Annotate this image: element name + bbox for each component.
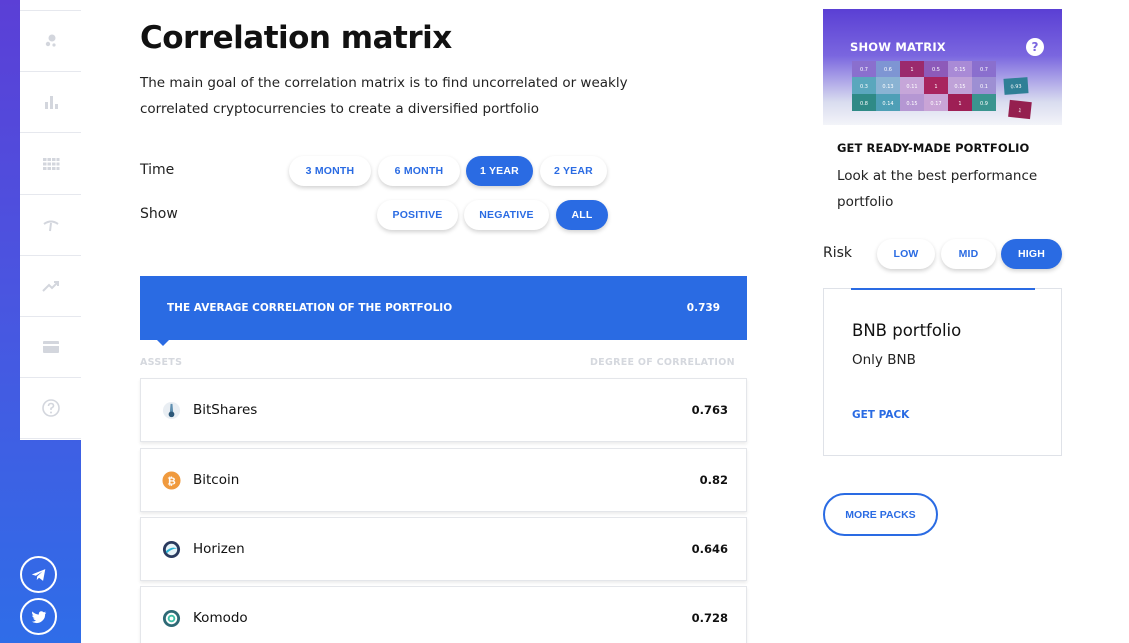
matrix-illustration: 0.7 0.6 1 0.5 0.15 0.7 0.3 0.13 0.11 1 0… (852, 61, 1032, 120)
horizen-icon (162, 540, 181, 559)
ready-portfolio-title: GET READY-MADE PORTFOLIO (837, 141, 1030, 155)
icon-rail (20, 0, 81, 440)
table-row[interactable]: Komodo 0.728 (140, 586, 747, 643)
bar-chart-icon (44, 96, 58, 109)
more-packs-button[interactable]: MORE PACKS (823, 493, 938, 536)
rail-item-top[interactable] (20, 0, 81, 11)
rail-item-trend[interactable] (20, 256, 81, 317)
matrix-cell: 0.15 (954, 67, 965, 73)
matrix-cell: 0.17 (930, 101, 941, 107)
rail-item-bubbles[interactable] (20, 11, 81, 72)
telegram-button[interactable] (20, 556, 57, 593)
risk-option-low[interactable]: LOW (877, 239, 935, 269)
pack-subtitle: Only BNB (852, 352, 916, 368)
matrix-cell: 0.8 (860, 101, 868, 107)
time-option-2-year[interactable]: 2 YEAR (540, 156, 607, 186)
get-pack-link[interactable]: GET PACK (852, 409, 909, 421)
bar-pointer (157, 340, 169, 346)
twitter-button[interactable] (20, 598, 57, 635)
pack-card-accent (851, 288, 1035, 290)
asset-name: BitShares (193, 402, 258, 418)
asset-name: Bitcoin (193, 472, 240, 488)
rail-item-card[interactable] (20, 317, 81, 378)
assets-column-header: ASSETS (140, 357, 183, 368)
average-correlation-value: 0.739 (686, 302, 720, 314)
show-option-all[interactable]: ALL (556, 200, 608, 230)
time-option-6-month[interactable]: 6 MONTH (378, 156, 460, 186)
table-row[interactable]: Horizen 0.646 (140, 517, 747, 581)
matrix-cell: 0.15 (906, 101, 917, 107)
time-label: Time (140, 162, 175, 178)
bubbles-icon (45, 34, 56, 47)
risk-label: Risk (823, 245, 853, 261)
matrix-cell: 1 (1018, 108, 1022, 114)
matrix-cell: 0.13 (882, 84, 893, 90)
help-icon[interactable]: ? (1026, 38, 1044, 56)
average-correlation-bar: THE AVERAGE CORRELATION OF THE PORTFOLIO… (140, 276, 747, 346)
table-row[interactable]: ₿ Bitcoin 0.82 (140, 448, 747, 512)
rail-item-help[interactable] (20, 378, 81, 439)
show-matrix-card[interactable]: 0.7 0.6 1 0.5 0.15 0.7 0.3 0.13 0.11 1 0… (823, 9, 1062, 125)
degree-column-header: DEGREE OF CORRELATION (590, 357, 735, 368)
matrix-cell: 1 (934, 84, 937, 90)
matrix-cell: 0.7 (980, 67, 988, 73)
twitter-icon (31, 610, 46, 623)
rail-item-bar-chart[interactable] (20, 72, 81, 133)
matrix-cell: 0.1 (980, 84, 988, 90)
show-option-negative[interactable]: NEGATIVE (464, 200, 549, 230)
matrix-cell: 0.7 (860, 67, 868, 73)
time-option-1-year[interactable]: 1 YEAR (466, 156, 533, 186)
matrix-cell: 1 (958, 101, 961, 107)
matrix-cell: 0.14 (882, 101, 893, 107)
pack-name: BNB portfolio (852, 321, 962, 340)
asset-correlation: 0.728 (691, 611, 728, 625)
show-option-positive[interactable]: POSITIVE (377, 200, 458, 230)
rail-item-gauge[interactable] (20, 195, 81, 256)
asset-correlation: 0.646 (691, 542, 728, 556)
risk-option-high[interactable]: HIGH (1001, 239, 1062, 269)
portfolio-pack-card: BNB portfolio Only BNB GET PACK (823, 288, 1062, 456)
ready-portfolio-description: Look at the best performance portfolio (837, 168, 1038, 210)
matrix-cell: 0.11 (906, 84, 917, 90)
matrix-cell: 0.3 (860, 84, 868, 90)
question-circle-icon (41, 399, 60, 417)
matrix-cell: 0.9 (980, 101, 988, 107)
matrix-cell: 0.5 (932, 67, 940, 73)
credit-card-icon (42, 341, 59, 353)
table-row[interactable]: BitShares 0.763 (140, 378, 747, 442)
komodo-icon (162, 609, 181, 628)
telegram-icon (31, 568, 45, 581)
svg-text:₿: ₿ (167, 475, 176, 487)
asset-name: Horizen (193, 541, 245, 557)
matrix-cell: 0.6 (884, 67, 892, 73)
asset-name: Komodo (193, 610, 248, 626)
gauge-icon (42, 220, 59, 232)
page-description: The main goal of the correlation matrix … (140, 75, 628, 117)
risk-option-mid[interactable]: MID (941, 239, 996, 269)
page-title: Correlation matrix (140, 20, 452, 56)
matrix-cell: 0.15 (954, 84, 965, 90)
show-label: Show (140, 206, 178, 222)
time-option-3-month[interactable]: 3 MONTH (289, 156, 371, 186)
asset-correlation: 0.82 (699, 473, 728, 487)
show-matrix-title: SHOW MATRIX (850, 40, 946, 54)
trend-up-icon (41, 281, 59, 292)
bitcoin-icon: ₿ (162, 471, 181, 490)
rail-item-grid[interactable] (20, 134, 81, 195)
matrix-cell: 0.93 (1010, 84, 1022, 91)
average-correlation-label: THE AVERAGE CORRELATION OF THE PORTFOLIO (167, 302, 453, 314)
bitshares-icon (162, 401, 181, 420)
grid-icon (42, 158, 59, 170)
asset-correlation: 0.763 (691, 403, 728, 417)
matrix-cell: 1 (910, 67, 913, 73)
